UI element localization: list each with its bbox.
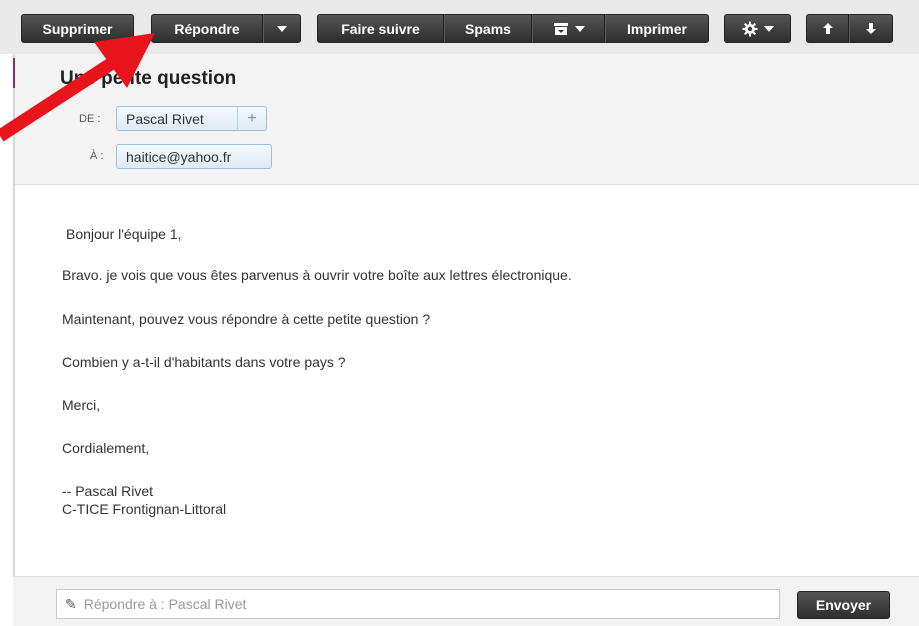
add-contact-button[interactable]: + [237, 106, 267, 131]
forward-button[interactable]: Faire suivre [317, 14, 444, 43]
arrow-up-icon [822, 23, 833, 34]
body-line: Maintenant, pouvez vous répondre à cette… [62, 311, 431, 327]
previous-message-button[interactable] [806, 14, 849, 43]
body-line: Bonjour l'équipe 1, [66, 226, 182, 242]
reply-button[interactable]: Répondre [151, 14, 263, 43]
reply-options-button[interactable] [263, 14, 301, 43]
selection-accent [13, 58, 15, 88]
reply-label: Répondre [174, 20, 240, 37]
chevron-down-icon [277, 25, 287, 32]
left-divider [13, 54, 15, 626]
delete-button[interactable]: Supprimer [21, 14, 134, 43]
reply-placeholder: Répondre à : Pascal Rivet [83, 596, 247, 612]
settings-button[interactable] [724, 14, 791, 43]
print-label: Imprimer [627, 20, 687, 37]
send-button[interactable]: Envoyer [797, 591, 890, 619]
gear-icon [742, 21, 757, 36]
arrow-down-icon [866, 23, 876, 34]
spam-label: Spams [465, 20, 511, 37]
pencil-icon: ✎ [65, 595, 77, 612]
archive-menu-button[interactable] [532, 14, 605, 43]
next-message-button[interactable] [849, 14, 893, 43]
body-line: Cordialement, [62, 440, 150, 456]
chevron-down-icon [574, 25, 585, 32]
chevron-down-icon [763, 25, 774, 32]
send-label: Envoyer [815, 597, 872, 613]
sender-chip[interactable]: Pascal Rivet [116, 106, 238, 131]
recipient-chip[interactable]: haitice@yahoo.fr [116, 144, 272, 169]
body-line: Combien y a-t-il d'habitants dans votre … [62, 354, 346, 370]
signature-name: -- Pascal Rivet [62, 483, 154, 499]
body-line: Merci, [62, 397, 101, 413]
plus-icon: + [247, 109, 257, 127]
body-line: Bravo. je vois que vous êtes parvenus à … [62, 267, 572, 283]
from-label: DE : [79, 113, 101, 125]
signature-organization: C-TICE Frontignan-Littoral [62, 501, 227, 517]
forward-label: Faire suivre [341, 20, 420, 37]
archive-icon [553, 22, 568, 35]
to-label: À : [90, 150, 104, 162]
mail-toolbar: Supprimer Répondre Faire suivre Spams Im… [0, 0, 919, 54]
quick-reply-input[interactable]: ✎ Répondre à : Pascal Rivet [56, 589, 780, 619]
message-subject: Une petite question [60, 68, 237, 89]
recipient-address: haitice@yahoo.fr [126, 148, 232, 165]
delete-label: Supprimer [42, 20, 113, 37]
sender-name: Pascal Rivet [126, 110, 204, 127]
print-button[interactable]: Imprimer [605, 14, 709, 43]
spam-button[interactable]: Spams [444, 14, 532, 43]
